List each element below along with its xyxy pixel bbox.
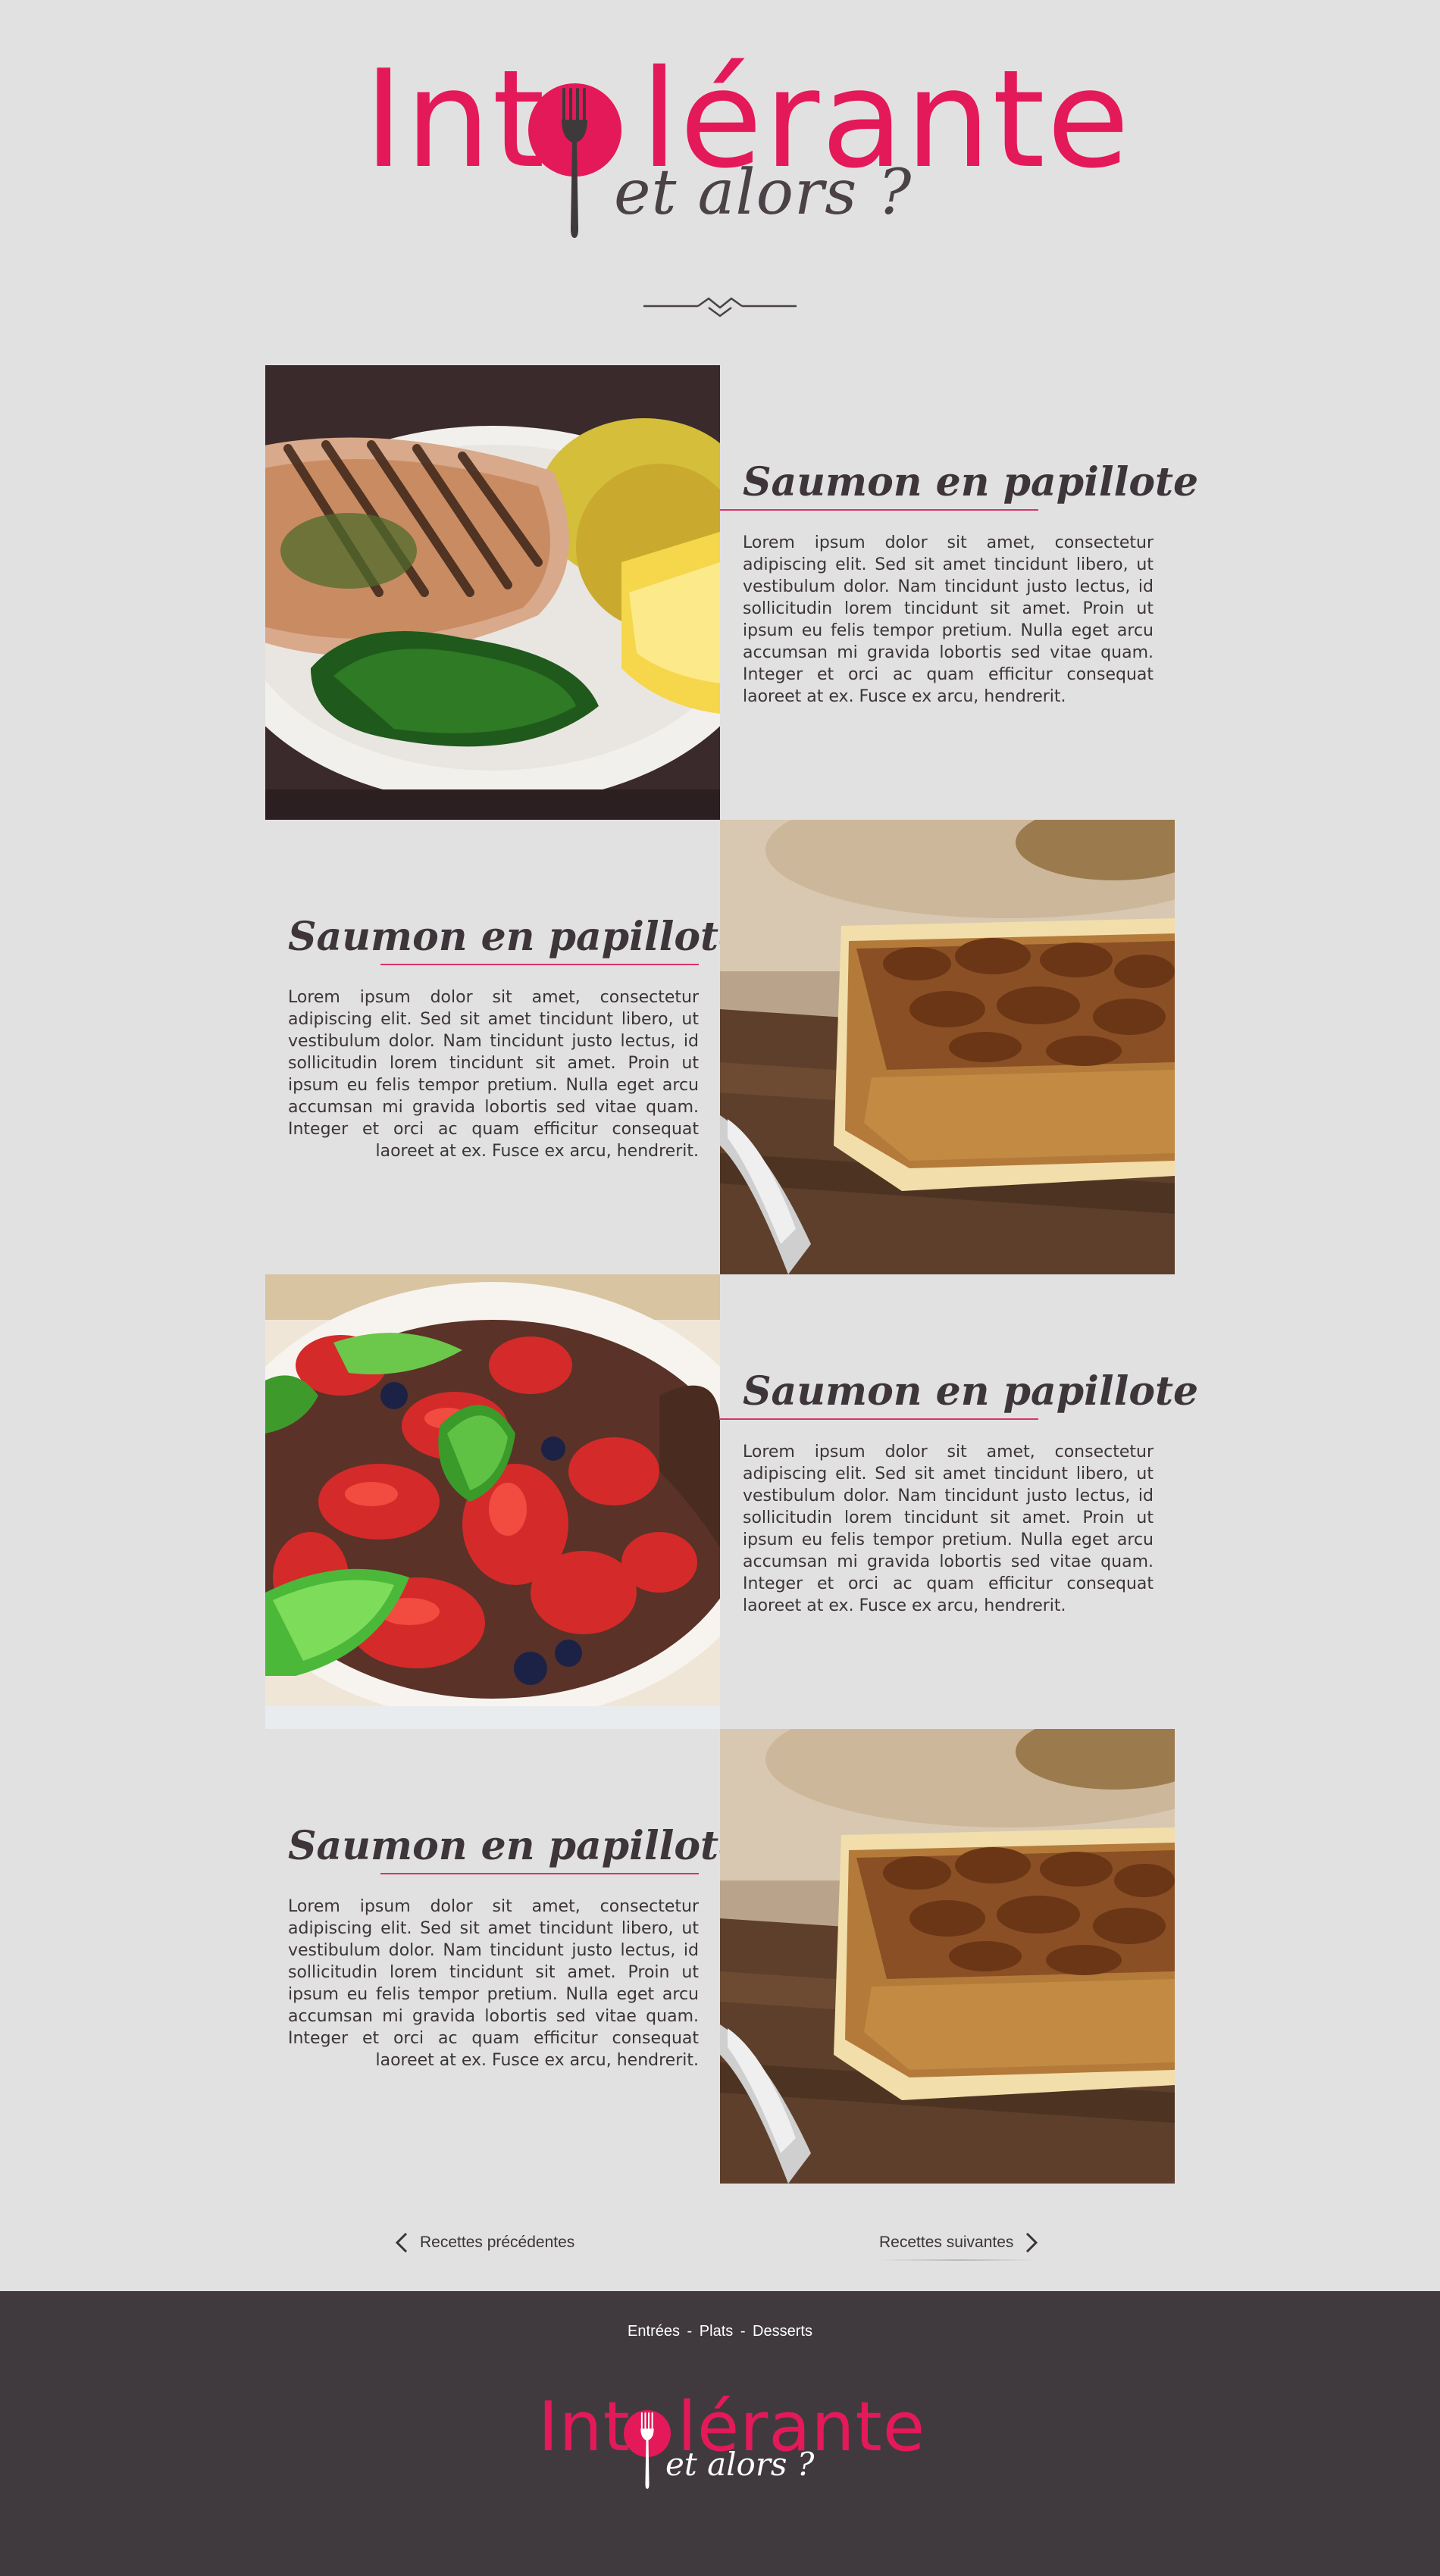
- recipe-title[interactable]: Saumon en papillote: [743, 1367, 1198, 1417]
- title-underline: [720, 1418, 1038, 1420]
- recipe-description: Lorem ipsum dolor sit amet, consectetur …: [743, 1443, 1154, 1615]
- recipe-text: Saumon en papillote Lorem ipsum dolor si…: [720, 1367, 1198, 1617]
- recipe-card[interactable]: Saumon en papillote Lorem ipsum dolor si…: [265, 820, 1175, 1274]
- recipe-text: Saumon en papillote Lorem ipsum dolor si…: [720, 458, 1198, 708]
- chevron-right-icon: [1026, 2232, 1038, 2253]
- previous-recipes-label: Recettes précédentes: [420, 2234, 575, 2251]
- logo-title-start: Int: [364, 41, 547, 198]
- recipe-text: Saumon en papillote Lorem ipsum dolor si…: [288, 1821, 743, 2071]
- divider-ornament-icon: [643, 297, 797, 317]
- recipe-photo-grilled-salmon[interactable]: [265, 365, 720, 820]
- recipe-photo-pecan-pie[interactable]: [720, 820, 1175, 1274]
- footer-logo-tagline: et alors ?: [665, 2446, 815, 2483]
- hover-underline: [879, 2259, 1038, 2261]
- footer-logo-title-start: Int: [538, 2387, 631, 2467]
- recipe-photo-fruit-salad[interactable]: [265, 1274, 720, 1729]
- title-underline: [380, 964, 699, 965]
- recipe-title[interactable]: Saumon en papillote: [743, 458, 1198, 508]
- recipe-description: Lorem ipsum dolor sit amet, consectetur …: [288, 1897, 699, 2070]
- recipe-text: Saumon en papillote Lorem ipsum dolor si…: [288, 912, 743, 1162]
- recipe-description: Lorem ipsum dolor sit amet, consectetur …: [743, 533, 1154, 706]
- recipe-title[interactable]: Saumon en papillote: [288, 912, 743, 962]
- recipe-description: Lorem ipsum dolor sit amet, consectetur …: [288, 988, 699, 1161]
- next-recipes-label: Recettes suivantes: [879, 2234, 1014, 2251]
- fork-icon: [640, 2412, 654, 2489]
- site-logo[interactable]: Int lérante et alors ?: [0, 30, 1440, 258]
- title-underline: [720, 509, 1038, 511]
- title-underline: [380, 1873, 699, 1874]
- logo-tagline: et alors ?: [614, 157, 913, 229]
- recipe-card[interactable]: Saumon en papillote Lorem ipsum dolor si…: [265, 365, 1198, 820]
- footer-logo[interactable]: Int lérante et alors ?: [0, 2291, 1440, 2576]
- fork-icon: [562, 88, 587, 238]
- recipe-title[interactable]: Saumon en papillote: [288, 1821, 743, 1871]
- chevron-left-icon: [395, 2232, 408, 2253]
- previous-recipes-link[interactable]: Recettes précédentes: [394, 2220, 574, 2265]
- recipe-card[interactable]: Saumon en papillote Lorem ipsum dolor si…: [265, 1729, 1175, 2184]
- next-recipes-link[interactable]: Recettes suivantes: [879, 2220, 1039, 2265]
- site-footer: Entrées - Plats - Desserts Int lérante et…: [0, 2291, 1440, 2576]
- recipe-card[interactable]: Saumon en papillote Lorem ipsum dolor si…: [265, 1274, 1198, 1729]
- recipe-photo-pecan-pie[interactable]: [720, 1729, 1175, 2184]
